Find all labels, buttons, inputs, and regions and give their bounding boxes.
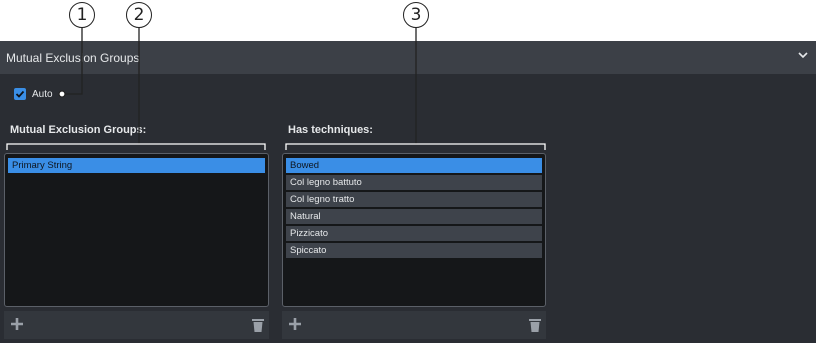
chevron-down-icon[interactable] <box>798 50 808 62</box>
groups-toolbar <box>4 311 269 339</box>
techniques-list[interactable]: Bowed Col legno battuto Col legno tratto… <box>282 153 546 307</box>
plus-icon[interactable] <box>288 317 302 331</box>
panel-title: Mutual Exclusion Groups <box>6 51 140 65</box>
list-item-col-legno-tratto[interactable]: Col legno tratto <box>286 192 542 207</box>
list-item-col-legno-battuto[interactable]: Col legno battuto <box>286 175 542 190</box>
callout-1: 1 <box>69 2 95 28</box>
techniques-toolbar <box>282 311 546 339</box>
plus-icon[interactable] <box>10 317 24 331</box>
groups-list[interactable]: Primary String <box>4 153 269 307</box>
list-item-spiccato[interactable]: Spiccato <box>286 243 542 258</box>
list-item[interactable]: Primary String <box>8 158 265 173</box>
trash-icon[interactable] <box>528 317 542 333</box>
techniques-heading: Has techniques: <box>288 124 373 136</box>
panel-header[interactable]: Mutual Exclusion Groups <box>0 41 816 74</box>
auto-row: Auto <box>14 88 53 100</box>
list-item-bowed[interactable]: Bowed <box>286 158 542 173</box>
list-item-natural[interactable]: Natural <box>286 209 542 224</box>
callout-2: 2 <box>126 2 152 28</box>
trash-icon[interactable] <box>251 317 265 333</box>
checkmark-icon <box>15 90 25 98</box>
list-item-pizzicato[interactable]: Pizzicato <box>286 226 542 241</box>
auto-label: Auto <box>32 88 53 100</box>
callout-3: 3 <box>403 2 429 28</box>
auto-checkbox[interactable] <box>14 88 26 100</box>
groups-heading: Mutual Exclusion Groups: <box>10 124 147 136</box>
